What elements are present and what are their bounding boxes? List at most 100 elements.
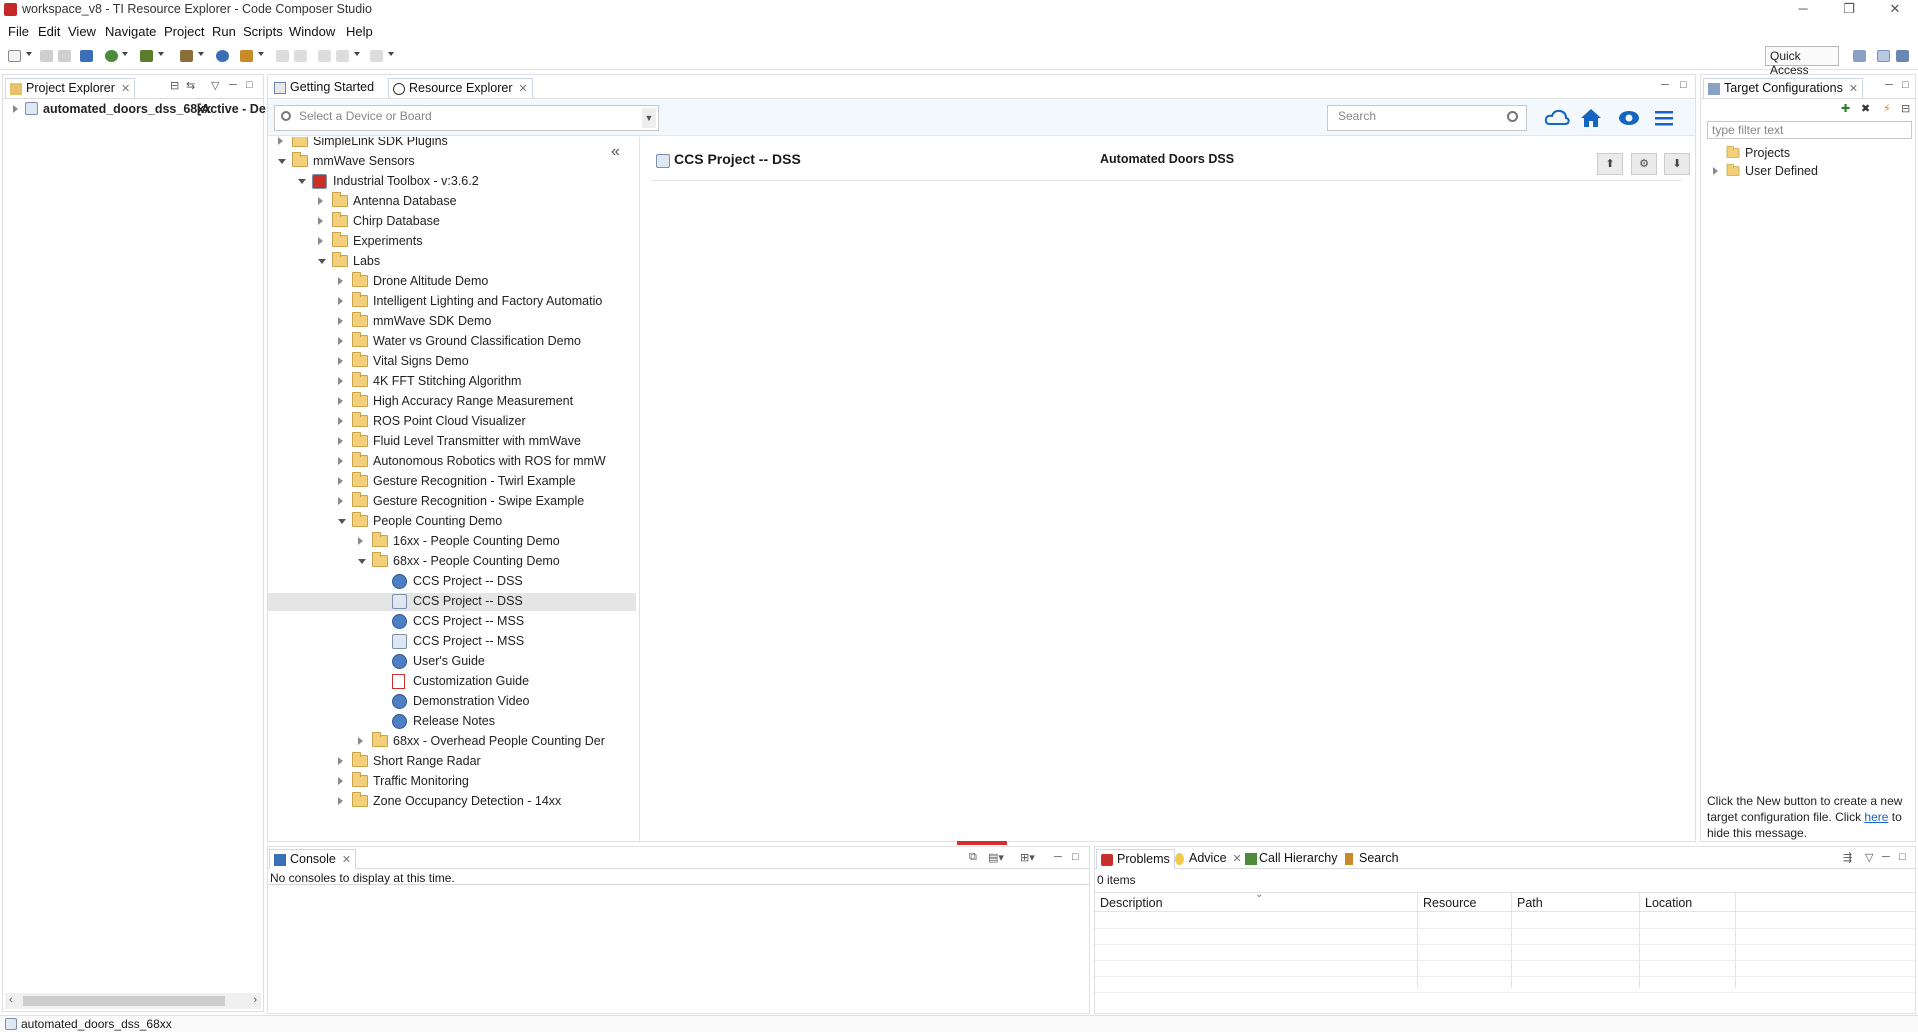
- tree-item[interactable]: 68xx - Overhead People Counting Der: [268, 732, 636, 751]
- column-location[interactable]: Location: [1645, 896, 1692, 910]
- quick-access-field[interactable]: Quick Access: [1765, 46, 1839, 77]
- maximize-icon[interactable]: □: [1902, 79, 1909, 91]
- minimize-icon[interactable]: ─: [1885, 79, 1893, 91]
- collapse-all-icon[interactable]: ⊟: [1901, 102, 1910, 115]
- expand-icon[interactable]: [338, 477, 343, 485]
- chevron-down-icon[interactable]: [26, 52, 32, 56]
- settings-icon[interactable]: ⚙: [1631, 153, 1657, 175]
- close-icon[interactable]: ✕: [519, 83, 528, 95]
- collapse-icon[interactable]: [298, 179, 306, 184]
- delete-icon[interactable]: ✖: [1861, 102, 1870, 115]
- download-button[interactable]: ⬇: [1664, 153, 1690, 175]
- close-icon[interactable]: ✕: [342, 854, 351, 866]
- minimize-icon[interactable]: ─: [229, 79, 237, 91]
- expand-icon[interactable]: [338, 357, 343, 365]
- collapse-icon[interactable]: [358, 559, 366, 564]
- tree-item[interactable]: Zone Occupancy Detection - 14xx: [268, 792, 636, 811]
- restore-button[interactable]: ❐: [1826, 0, 1872, 20]
- chevron-down-icon[interactable]: [198, 52, 204, 56]
- tree-item[interactable]: Short Range Radar: [268, 752, 636, 771]
- tree-item[interactable]: Intelligent Lighting and Factory Automat…: [268, 292, 636, 311]
- expand-icon[interactable]: [338, 317, 343, 325]
- expand-icon[interactable]: [1713, 167, 1718, 175]
- chevron-down-icon[interactable]: [258, 52, 264, 56]
- view-menu-icon[interactable]: ▽: [1865, 851, 1873, 864]
- tab-target-configurations[interactable]: Target Configurations ✕: [1703, 78, 1864, 98]
- tab-call-hierarchy[interactable]: Call Hierarchy: [1243, 849, 1342, 869]
- close-icon[interactable]: ✕: [1849, 83, 1858, 95]
- expand-icon[interactable]: [338, 757, 343, 765]
- ccs-debug-perspective-icon[interactable]: [1896, 50, 1909, 62]
- column-description[interactable]: Description: [1100, 896, 1163, 910]
- expand-icon[interactable]: [318, 217, 323, 225]
- expand-icon[interactable]: [338, 797, 343, 805]
- scrollbar-thumb[interactable]: [23, 996, 225, 1006]
- marker-icon[interactable]: [240, 50, 253, 62]
- pin-console-icon[interactable]: ⧉: [969, 851, 977, 864]
- terminal-icon[interactable]: [80, 50, 93, 62]
- minimize-icon[interactable]: ─: [1882, 851, 1890, 863]
- expand-icon[interactable]: [358, 537, 363, 545]
- tree-item[interactable]: CCS Project -- DSS: [268, 573, 636, 591]
- tree-item[interactable]: Drone Altitude Demo: [268, 272, 636, 291]
- back-icon[interactable]: [336, 50, 349, 62]
- resource-search-input[interactable]: Search: [1327, 105, 1527, 131]
- tree-item[interactable]: mmWave SDK Demo: [268, 312, 636, 331]
- close-button[interactable]: ✕: [1872, 0, 1918, 20]
- menu-help[interactable]: Help: [346, 24, 373, 39]
- expand-icon[interactable]: [278, 137, 283, 145]
- column-path[interactable]: Path: [1517, 896, 1543, 910]
- debug-icon[interactable]: [140, 50, 153, 62]
- tree-item[interactable]: Antenna Database: [268, 192, 636, 211]
- expand-icon[interactable]: [338, 297, 343, 305]
- menu-project[interactable]: Project: [164, 24, 204, 39]
- device-search-input[interactable]: Select a Device or Board ▼: [274, 105, 659, 131]
- expand-icon[interactable]: [338, 397, 343, 405]
- scroll-right-icon[interactable]: ›: [253, 994, 257, 1006]
- flash-icon[interactable]: [180, 50, 193, 62]
- tree-item[interactable]: 16xx - People Counting Demo: [268, 532, 636, 551]
- tree-item[interactable]: mmWave Sensors: [268, 152, 636, 171]
- expand-icon[interactable]: [338, 277, 343, 285]
- maximize-icon[interactable]: □: [1680, 79, 1687, 91]
- hide-message-link[interactable]: here: [1864, 810, 1888, 824]
- collapse-all-icon[interactable]: ⊟: [170, 79, 179, 92]
- search-icon[interactable]: [1507, 111, 1518, 122]
- expand-icon[interactable]: [338, 457, 343, 465]
- tree-item[interactable]: Gesture Recognition - Twirl Example: [268, 472, 636, 491]
- last-edit-icon[interactable]: [318, 50, 331, 62]
- tree-item[interactable]: Gesture Recognition - Swipe Example: [268, 492, 636, 511]
- menu-run[interactable]: Run: [212, 24, 236, 39]
- collapse-icon[interactable]: [318, 259, 326, 264]
- open-console-icon[interactable]: ⊞▾: [1020, 851, 1035, 864]
- save-all-icon[interactable]: [58, 50, 71, 62]
- expand-icon[interactable]: [338, 377, 343, 385]
- expand-icon[interactable]: [338, 777, 343, 785]
- expand-icon[interactable]: [338, 417, 343, 425]
- chevron-down-icon[interactable]: [158, 52, 164, 56]
- minimize-icon[interactable]: ─: [1054, 851, 1062, 863]
- tree-item[interactable]: CCS Project -- MSS: [268, 633, 636, 651]
- tab-resource-explorer[interactable]: Resource Explorer ✕: [388, 78, 533, 98]
- tree-item[interactable]: Experiments: [268, 232, 636, 251]
- tab-search[interactable]: Search: [1343, 849, 1403, 869]
- tree-item[interactable]: Industrial Toolbox - v:3.6.2: [268, 173, 636, 191]
- menu-scripts[interactable]: Scripts: [243, 24, 283, 39]
- cloud-icon[interactable]: [1544, 108, 1570, 128]
- link-editor-icon[interactable]: ⇆: [186, 79, 195, 92]
- menu-window[interactable]: Window: [289, 24, 335, 39]
- home-icon[interactable]: [1580, 107, 1602, 129]
- expand-icon[interactable]: [338, 497, 343, 505]
- tree-item[interactable]: Labs: [268, 252, 636, 271]
- column-resource[interactable]: Resource: [1423, 896, 1477, 910]
- tree-item[interactable]: 68xx - People Counting Demo: [268, 552, 636, 571]
- minimize-button[interactable]: ─: [1780, 0, 1826, 20]
- chevron-down-icon[interactable]: [122, 52, 128, 56]
- tree-item[interactable]: Customization Guide: [268, 673, 636, 691]
- filter-icon[interactable]: ⇶: [1843, 851, 1852, 864]
- maximize-icon[interactable]: □: [246, 79, 253, 91]
- tab-getting-started[interactable]: Getting Started: [270, 78, 378, 98]
- expand-icon[interactable]: [338, 337, 343, 345]
- tree-item[interactable]: Water vs Ground Classification Demo: [268, 332, 636, 351]
- tree-item[interactable]: Fluid Level Transmitter with mmWave: [268, 432, 636, 451]
